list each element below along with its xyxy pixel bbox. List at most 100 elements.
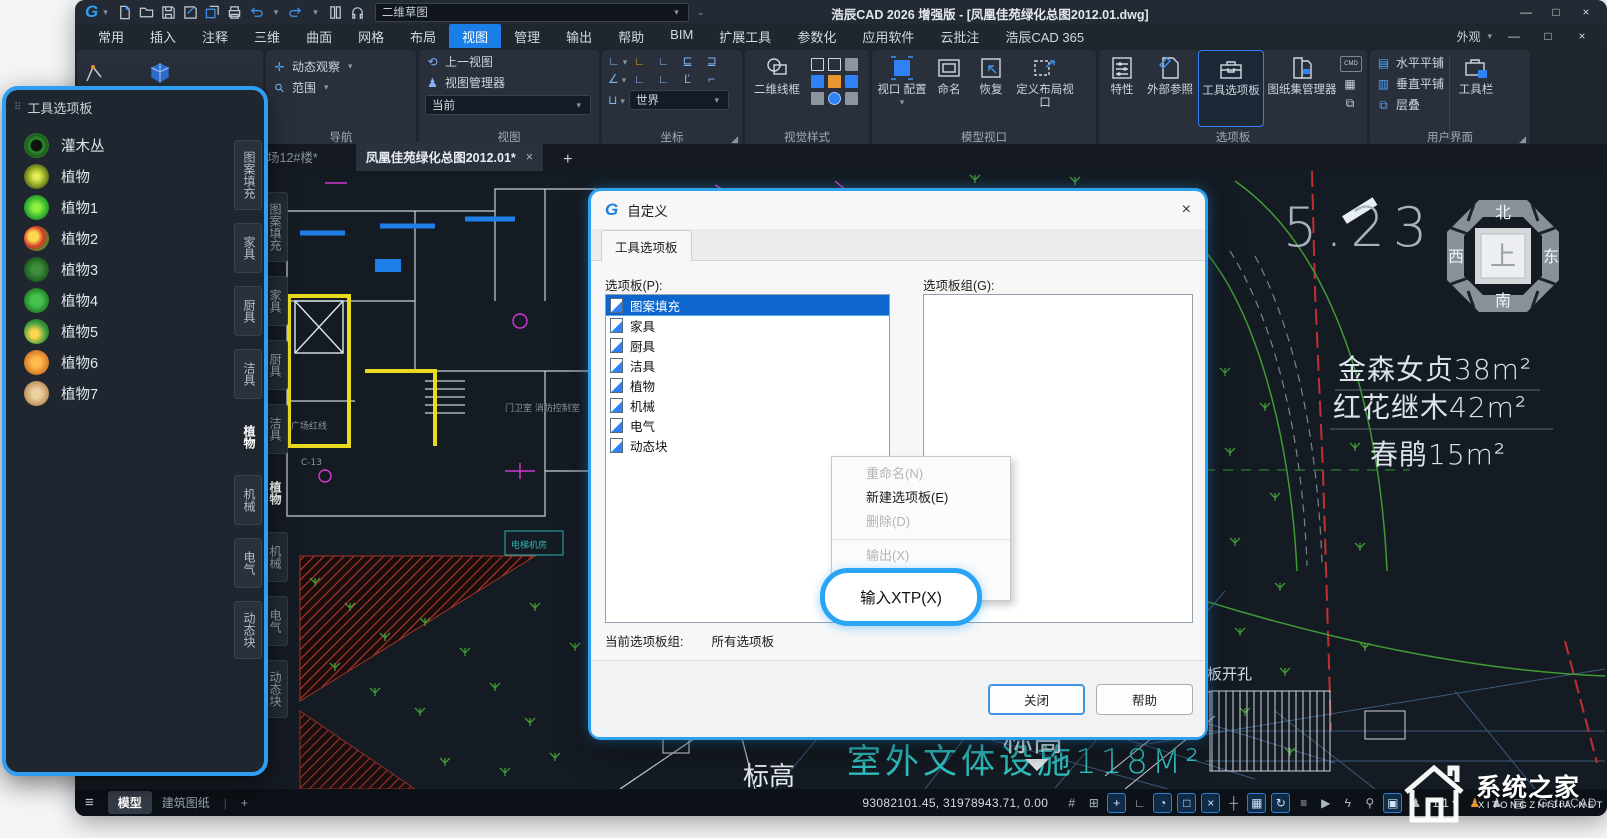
- menu-tab[interactable]: 插入: [137, 24, 189, 49]
- close-button[interactable]: ×: [1571, 0, 1601, 24]
- palette-item[interactable]: 植物: [24, 161, 224, 192]
- restore-viewport-button[interactable]: 恢复: [970, 50, 1012, 125]
- palette-list-item[interactable]: 机械: [606, 395, 889, 415]
- doc-minimize-button[interactable]: —: [1499, 25, 1529, 47]
- menu-tab[interactable]: 布局: [397, 24, 449, 49]
- menu-tab[interactable]: 扩展工具: [706, 24, 784, 49]
- menu-tab[interactable]: 帮助: [605, 24, 657, 49]
- new-file-icon[interactable]: [117, 5, 132, 20]
- model-tab[interactable]: 模型: [107, 791, 152, 814]
- palette-title-bar[interactable]: ⠿ 工具选项板: [6, 90, 264, 123]
- cascade-windows-icon[interactable]: ⧉: [1340, 96, 1360, 110]
- document-tab-inactive[interactable]: 场12#楼*: [263, 142, 322, 171]
- tile-vertical-button[interactable]: 垂直平铺: [1396, 75, 1444, 92]
- ucs-prev-icon[interactable]: ∟: [656, 54, 671, 68]
- palette-category-tab[interactable]: 洁具: [234, 349, 262, 399]
- close-dialog-button[interactable]: 关闭: [988, 683, 1085, 715]
- minimize-button[interactable]: —: [1511, 0, 1541, 24]
- palette-item[interactable]: 植物1: [24, 192, 224, 223]
- ucs-named-icon[interactable]: ⊔ ▾: [608, 93, 625, 107]
- ucs-y-icon[interactable]: ∟: [656, 72, 671, 86]
- undo-icon[interactable]: [249, 5, 264, 20]
- ucs-zaxis-icon[interactable]: ⌐: [704, 72, 719, 86]
- menu-tab[interactable]: 云批注: [927, 24, 992, 49]
- context-menu-item[interactable]: 删除(D): [832, 510, 1010, 534]
- menu-tab[interactable]: 管理: [501, 24, 553, 49]
- status-toggle-icon[interactable]: □: [1177, 792, 1197, 813]
- menu-tab[interactable]: 曲面: [293, 24, 345, 49]
- import-xtp-highlight[interactable]: 输入XTP(X): [820, 568, 982, 626]
- open-file-icon[interactable]: [139, 5, 154, 20]
- zoom-extents-button[interactable]: 范围: [292, 79, 316, 96]
- palette-category-tab[interactable]: 动态块: [234, 601, 262, 659]
- palette-category-tab[interactable]: 厨具: [234, 286, 262, 336]
- restore-button[interactable]: □: [1541, 0, 1571, 24]
- menu-tab[interactable]: 视图: [449, 23, 502, 49]
- dialog-tab-tool-palettes[interactable]: 工具选项板: [601, 230, 692, 261]
- ucs-face-icon[interactable]: ⊑: [680, 54, 695, 68]
- define-layout-viewport-button[interactable]: 定义布局视口: [1012, 50, 1078, 125]
- menu-tab[interactable]: BIM: [657, 24, 706, 49]
- status-toggle-icon[interactable]: ∟: [1131, 794, 1148, 812]
- menu-tab[interactable]: 常用: [85, 24, 137, 49]
- menu-tab[interactable]: 应用软件: [849, 24, 927, 49]
- save-all-icon[interactable]: [205, 5, 220, 20]
- palette-list-item[interactable]: 图案填充: [606, 295, 889, 316]
- xref-button[interactable]: 外部参照: [1142, 50, 1198, 125]
- sheet-set-icon[interactable]: [328, 5, 343, 20]
- menu-tab[interactable]: 三维: [241, 24, 293, 49]
- status-toggle-icon[interactable]: #: [1063, 794, 1080, 812]
- palette-list-item[interactable]: 植物: [606, 375, 889, 395]
- status-toggle-icon[interactable]: ϟ: [1339, 794, 1356, 812]
- palette-category-tab[interactable]: 植物: [234, 412, 262, 462]
- tab-close-icon[interactable]: ×: [526, 150, 533, 164]
- palette-item[interactable]: 灌木丛: [24, 130, 224, 161]
- layout-menu-icon[interactable]: ≡: [85, 794, 94, 811]
- tile-horizontal-button[interactable]: 水平平铺: [1396, 54, 1444, 71]
- menu-tab[interactable]: 浩辰CAD 365: [992, 24, 1097, 49]
- dialog-close-icon[interactable]: ×: [1182, 201, 1191, 219]
- palette-item[interactable]: 植物2: [24, 223, 224, 254]
- palette-list-item[interactable]: 电气: [606, 415, 889, 435]
- view-manager-button[interactable]: 视图管理器: [445, 74, 505, 91]
- palette-list-item[interactable]: 动态块: [606, 435, 889, 455]
- palette-category-tab[interactable]: 电气: [234, 538, 262, 588]
- menu-tab[interactable]: 网格: [345, 24, 397, 49]
- save-as-icon[interactable]: [183, 5, 198, 20]
- context-menu-item[interactable]: 新建选项板(E): [832, 486, 1010, 510]
- status-toggle-icon[interactable]: ▶: [1317, 794, 1334, 812]
- polyline-icon[interactable]: [83, 61, 107, 88]
- ucs-rotate-icon[interactable]: ∟: [632, 72, 647, 86]
- view-select[interactable]: 当前 ▾: [425, 95, 591, 115]
- status-toggle-icon[interactable]: ⚲: [1361, 794, 1378, 812]
- doc-restore-button[interactable]: □: [1533, 25, 1563, 47]
- menu-tab[interactable]: 输出: [553, 24, 605, 49]
- palette-item[interactable]: 植物5: [24, 316, 224, 347]
- ucs-object-icon[interactable]: ⊒: [704, 54, 719, 68]
- cube-3d-icon[interactable]: [147, 60, 173, 89]
- status-toggle-icon[interactable]: ≡: [1295, 794, 1312, 812]
- ucs-origin-icon[interactable]: ∟: [632, 54, 647, 68]
- properties-button[interactable]: 特性: [1102, 50, 1142, 125]
- grip-icon[interactable]: ⠿: [14, 102, 21, 113]
- context-menu-item[interactable]: 重命名(N): [832, 462, 1010, 486]
- palette-item[interactable]: 植物6: [24, 347, 224, 378]
- previous-view-button[interactable]: 上一视图: [445, 53, 493, 70]
- redo-icon[interactable]: [288, 5, 303, 20]
- doc-close-button[interactable]: ×: [1567, 25, 1597, 47]
- palette-category-tab[interactable]: 家具: [234, 223, 262, 273]
- palette-list-item[interactable]: 家具: [606, 315, 889, 335]
- ucs-icon[interactable]: ∟ ▾: [608, 54, 627, 68]
- palette-list-item[interactable]: 洁具: [606, 355, 889, 375]
- orbit-button[interactable]: 动态观察: [292, 58, 340, 75]
- extents-caret-icon[interactable]: ▾: [324, 82, 329, 93]
- palette-item[interactable]: 植物3: [24, 254, 224, 285]
- save-icon[interactable]: [161, 5, 176, 20]
- command-line-icon[interactable]: CMD: [1340, 56, 1362, 72]
- logo-caret-icon[interactable]: ▾: [103, 7, 108, 18]
- tool-palettes-button[interactable]: 工具选项板: [1198, 50, 1264, 127]
- app-logo-icon[interactable]: G: [85, 2, 98, 22]
- palette-item[interactable]: 植物4: [24, 285, 224, 316]
- document-tab-active[interactable]: 凤凰佳苑绿化总图2012.01* ×: [355, 142, 544, 171]
- status-toggle-icon[interactable]: ┼: [1225, 794, 1242, 812]
